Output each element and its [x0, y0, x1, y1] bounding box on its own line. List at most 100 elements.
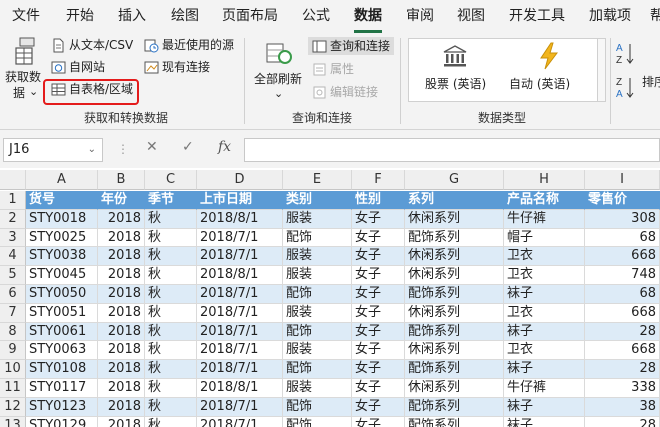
table-cell[interactable]: 秋: [145, 247, 197, 267]
column-header-c[interactable]: C: [145, 170, 197, 190]
tab-file[interactable]: 文件: [12, 6, 40, 28]
table-cell[interactable]: STY0038: [26, 247, 98, 267]
table-cell[interactable]: 2018/7/1: [197, 303, 283, 323]
table-cell[interactable]: 2018/7/1: [197, 322, 283, 342]
table-header-cell[interactable]: 年份: [98, 191, 145, 210]
insert-function-button[interactable]: fx: [218, 139, 231, 155]
table-cell[interactable]: 2018/7/1: [197, 247, 283, 267]
table-cell[interactable]: 女子: [352, 397, 405, 417]
table-cell[interactable]: 配饰系列: [405, 360, 504, 379]
table-cell[interactable]: 休闲系列: [405, 266, 504, 285]
table-cell[interactable]: 68: [585, 228, 660, 248]
table-cell[interactable]: 2018/8/1: [197, 266, 283, 285]
table-cell[interactable]: 女子: [352, 303, 405, 323]
table-cell[interactable]: 秋: [145, 228, 197, 248]
tab-review[interactable]: 审阅: [406, 6, 434, 28]
table-cell[interactable]: 秋: [145, 266, 197, 285]
row-header[interactable]: 1: [0, 191, 26, 210]
table-cell[interactable]: 女子: [352, 247, 405, 267]
table-cell[interactable]: 2018: [98, 228, 145, 248]
column-header-i[interactable]: I: [585, 170, 660, 190]
table-cell[interactable]: 秋: [145, 341, 197, 361]
table-cell[interactable]: 服装: [283, 209, 352, 229]
table-cell[interactable]: 卫衣: [504, 341, 585, 361]
table-cell[interactable]: 配饰: [283, 228, 352, 248]
table-cell[interactable]: 秋: [145, 322, 197, 342]
table-cell[interactable]: 2018/8/1: [197, 379, 283, 398]
table-cell[interactable]: 服装: [283, 341, 352, 361]
column-header-h[interactable]: H: [504, 170, 585, 190]
table-cell[interactable]: 2018: [98, 379, 145, 398]
row-header[interactable]: 4: [0, 247, 26, 267]
sort-az-button[interactable]: A Z: [614, 40, 636, 68]
table-cell[interactable]: STY0051: [26, 303, 98, 323]
formula-bar-handle[interactable]: ⋮: [117, 142, 129, 156]
table-cell[interactable]: 袜子: [504, 360, 585, 379]
table-cell[interactable]: 2018: [98, 360, 145, 379]
table-header-cell[interactable]: 系列: [405, 191, 504, 210]
recent-sources-button[interactable]: 最近使用的源: [144, 37, 234, 53]
get-data-button[interactable]: 获取数 据 ⌄: [4, 36, 46, 102]
tab-insert[interactable]: 插入: [118, 6, 146, 28]
tab-data[interactable]: 数据: [354, 6, 382, 33]
table-header-cell[interactable]: 零售价: [585, 191, 660, 210]
table-cell[interactable]: 308: [585, 209, 660, 229]
table-cell[interactable]: 2018/7/1: [197, 228, 283, 248]
column-header-e[interactable]: E: [283, 170, 352, 190]
table-cell[interactable]: 配饰: [283, 416, 352, 427]
table-header-cell[interactable]: 货号: [26, 191, 98, 210]
table-cell[interactable]: 68: [585, 285, 660, 304]
table-cell[interactable]: 2018/7/1: [197, 341, 283, 361]
table-header-cell[interactable]: 产品名称: [504, 191, 585, 210]
table-cell[interactable]: 668: [585, 303, 660, 323]
table-cell[interactable]: 秋: [145, 360, 197, 379]
geography-data-type-button[interactable]: 自动 (英语): [503, 39, 595, 101]
table-header-cell[interactable]: 类别: [283, 191, 352, 210]
table-cell[interactable]: 牛仔裤: [504, 209, 585, 229]
tab-developer[interactable]: 开发工具: [509, 6, 565, 28]
table-cell[interactable]: 338: [585, 379, 660, 398]
table-cell[interactable]: STY0129: [26, 416, 98, 427]
table-cell[interactable]: 秋: [145, 379, 197, 398]
existing-connections-button[interactable]: 现有连接: [144, 59, 210, 75]
tab-draw[interactable]: 绘图: [171, 6, 199, 28]
row-header[interactable]: 2: [0, 209, 26, 229]
table-cell[interactable]: 袜子: [504, 285, 585, 304]
table-cell[interactable]: 配饰系列: [405, 285, 504, 304]
table-cell[interactable]: 休闲系列: [405, 303, 504, 323]
table-cell[interactable]: 2018: [98, 266, 145, 285]
table-cell[interactable]: STY0045: [26, 266, 98, 285]
column-header-a[interactable]: A: [26, 170, 98, 190]
table-cell[interactable]: 女子: [352, 209, 405, 229]
edit-links-button[interactable]: 编辑链接: [312, 84, 378, 100]
row-header[interactable]: 5: [0, 266, 26, 285]
table-cell[interactable]: 袜子: [504, 416, 585, 427]
table-cell[interactable]: STY0050: [26, 285, 98, 304]
table-cell[interactable]: 袜子: [504, 397, 585, 417]
column-header-d[interactable]: D: [197, 170, 283, 190]
tab-home[interactable]: 开始: [66, 6, 94, 28]
enter-icon[interactable]: ✓: [182, 139, 194, 155]
column-header-g[interactable]: G: [405, 170, 504, 190]
table-cell[interactable]: 配饰: [283, 285, 352, 304]
table-cell[interactable]: 女子: [352, 416, 405, 427]
table-cell[interactable]: 2018/8/1: [197, 209, 283, 229]
row-header[interactable]: 6: [0, 285, 26, 304]
table-cell[interactable]: 2018: [98, 322, 145, 342]
table-cell[interactable]: 28: [585, 322, 660, 342]
table-cell[interactable]: 女子: [352, 322, 405, 342]
table-cell[interactable]: 帽子: [504, 228, 585, 248]
table-cell[interactable]: 休闲系列: [405, 209, 504, 229]
table-cell[interactable]: 秋: [145, 285, 197, 304]
row-header[interactable]: 11: [0, 379, 26, 398]
row-header[interactable]: 10: [0, 360, 26, 379]
cancel-icon[interactable]: ✕: [146, 139, 158, 155]
table-cell[interactable]: 2018/7/1: [197, 397, 283, 417]
table-cell[interactable]: STY0018: [26, 209, 98, 229]
table-cell[interactable]: 女子: [352, 341, 405, 361]
table-cell[interactable]: 服装: [283, 379, 352, 398]
tab-view[interactable]: 视图: [457, 6, 485, 28]
column-header-f[interactable]: F: [352, 170, 405, 190]
table-cell[interactable]: STY0025: [26, 228, 98, 248]
table-cell[interactable]: 2018: [98, 397, 145, 417]
